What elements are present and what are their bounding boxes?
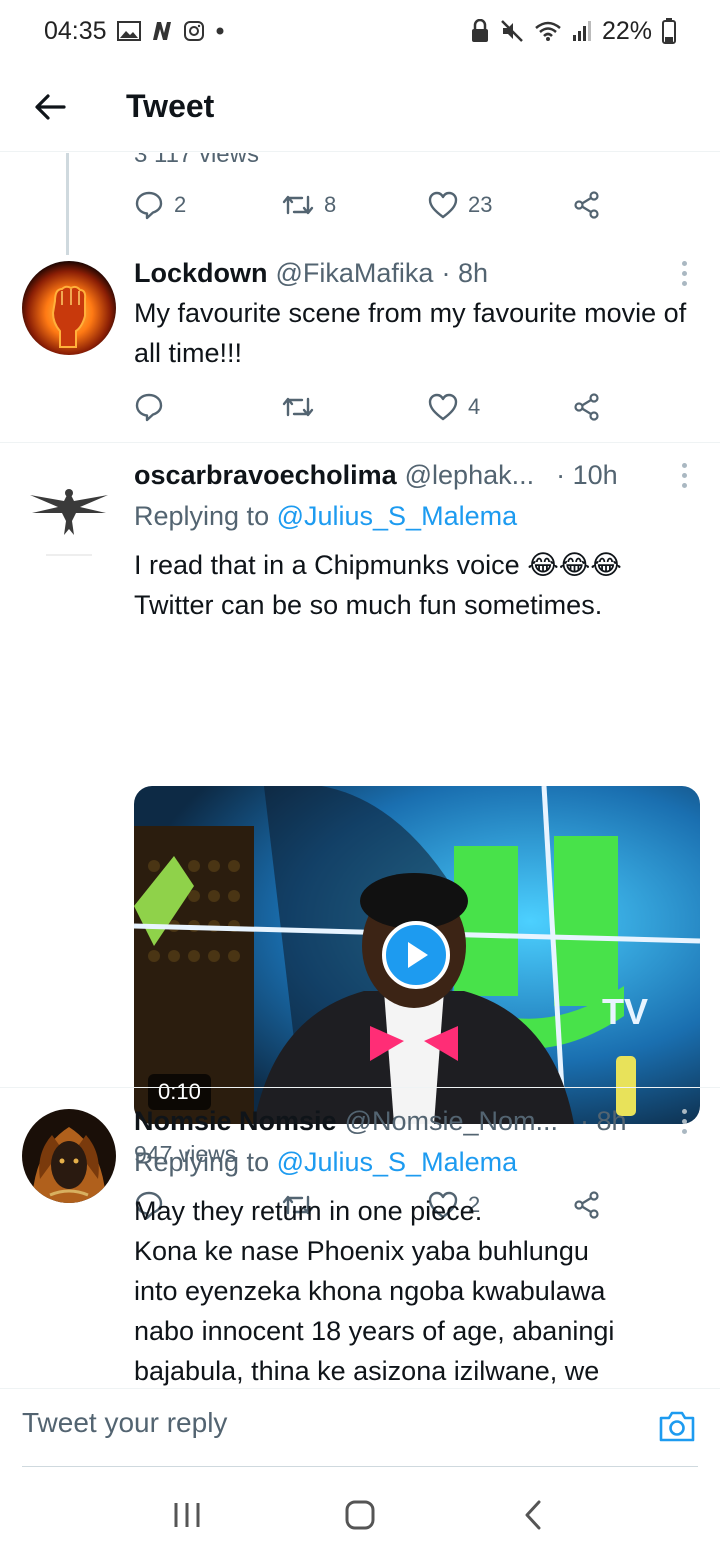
replying-to: Replying to @Julius_S_Malema	[134, 501, 517, 532]
signal-icon	[572, 20, 592, 42]
tweet-header: Nomsie Nomsie @Nomsie_Nom... · 8h	[134, 1101, 668, 1141]
tweet-time: · 10h	[556, 459, 618, 490]
views-count-partial: 3 117 views	[134, 153, 259, 168]
gallery-icon	[116, 21, 141, 41]
user-handle[interactable]: @Nomsie_Nom...	[345, 1106, 558, 1137]
replying-to-label: Replying to	[134, 1147, 277, 1177]
comment-icon	[135, 393, 163, 422]
more-options-button[interactable]	[672, 253, 696, 293]
heart-icon	[428, 191, 458, 219]
play-icon	[408, 942, 428, 968]
tweet-header: Lockdown @FikaMafika · 8h	[134, 253, 668, 293]
status-bar: 04:35 22%	[0, 0, 720, 62]
display-name[interactable]: oscarbravoecholima	[134, 460, 397, 491]
arrow-left-icon	[35, 93, 66, 120]
like-button[interactable]: 23	[428, 191, 492, 219]
notification-dot-icon	[215, 26, 225, 36]
home-icon	[345, 1500, 375, 1530]
svg-text:TV: TV	[602, 991, 648, 1032]
chevron-left-icon	[525, 1500, 541, 1530]
reply-tweet[interactable]: Nomsie Nomsie @Nomsie_Nom... · 8h Replyi…	[0, 1101, 720, 1388]
comment-icon	[135, 191, 163, 220]
tweet-text-line: Kona ke nase Phoenix yaba buhlungu	[134, 1236, 589, 1266]
tweet-text-line: Twitter can be so much fun sometimes.	[134, 590, 603, 620]
status-time: 04:35	[44, 16, 107, 45]
reply-button[interactable]	[134, 392, 164, 422]
reply-button[interactable]: 2	[134, 190, 186, 220]
mute-icon	[500, 19, 524, 43]
divider	[22, 1466, 698, 1467]
top-app-bar: Tweet	[0, 62, 720, 152]
divider	[0, 442, 720, 443]
play-button[interactable]	[382, 921, 450, 989]
heart-icon	[428, 393, 458, 421]
like-count: 23	[468, 192, 493, 217]
retweet-icon	[282, 397, 314, 417]
more-options-button[interactable]	[672, 1101, 696, 1141]
tweet-text: May they return in one piece. Kona ke na…	[134, 1191, 696, 1388]
camera-icon	[659, 1411, 695, 1442]
tweet-text-line: I read that in a Chipmunks voice 😂😂😂	[134, 550, 622, 580]
display-name[interactable]: Nomsie Nomsie	[134, 1106, 337, 1137]
page-title: Tweet	[126, 88, 215, 124]
recent-apps-icon	[174, 1503, 200, 1527]
tweet-text-line: bajabula, thina ke asizona izilwane, we	[134, 1356, 600, 1386]
reply-to-mention[interactable]: @Julius_S_Malema	[277, 1147, 518, 1177]
retweet-button[interactable]: 8	[282, 192, 336, 218]
like-count: 4	[468, 394, 481, 419]
display-name[interactable]: Lockdown	[134, 258, 268, 289]
tweet-text: My favourite scene from my favourite mov…	[134, 298, 687, 368]
system-nav-bar	[0, 1470, 720, 1560]
reply-count: 2	[174, 192, 187, 217]
tweet-time: · 8h	[441, 257, 488, 288]
lock-icon	[470, 19, 490, 43]
retweet-count: 8	[324, 192, 337, 217]
reply-to-mention[interactable]: @Julius_S_Malema	[277, 501, 518, 531]
battery-icon	[662, 18, 676, 44]
tweet-time: · 8h	[580, 1105, 627, 1136]
back-button[interactable]	[0, 62, 100, 152]
recent-apps-button[interactable]	[157, 1485, 217, 1545]
retweet-button[interactable]	[282, 394, 314, 420]
user-handle[interactable]: @FikaMafika	[276, 258, 434, 289]
tweet-text-line: nabo innocent 18 years of age, abaningi	[134, 1316, 615, 1346]
avatar[interactable]	[22, 261, 116, 355]
camera-button[interactable]	[658, 1409, 696, 1448]
tweet-text-line: May they return in one piece.	[134, 1196, 483, 1226]
tweet-text-line: into eyenzeka khona ngoba kwabulawa	[134, 1276, 606, 1306]
tweet-text: I read that in a Chipmunks voice 😂😂😂 Twi…	[134, 545, 696, 625]
thread-line	[66, 153, 69, 255]
share-icon	[574, 393, 599, 421]
share-button[interactable]	[572, 392, 602, 422]
user-handle[interactable]: @lephak...	[405, 460, 534, 491]
more-options-button[interactable]	[672, 455, 696, 495]
replying-to-label: Replying to	[134, 501, 277, 531]
retweet-icon	[282, 195, 314, 215]
reply-input[interactable]	[22, 1407, 582, 1439]
avatar[interactable]	[22, 1109, 116, 1203]
divider	[0, 1087, 720, 1088]
reply-tweet[interactable]: Lockdown @FikaMafika · 8h My favourite s…	[0, 253, 720, 443]
replying-to: Replying to @Julius_S_Malema	[134, 1147, 517, 1178]
wifi-icon	[534, 20, 562, 42]
like-button[interactable]: 4	[428, 393, 480, 421]
video-player[interactable]: TV 0:10	[134, 786, 700, 1124]
tweet-actions: 2 8 23	[134, 185, 614, 225]
system-back-button[interactable]	[503, 1485, 563, 1545]
avatar[interactable]	[22, 463, 116, 557]
n-app-icon	[151, 21, 173, 41]
instagram-icon	[183, 20, 205, 42]
battery-percent: 22%	[601, 16, 652, 45]
share-button[interactable]	[572, 190, 602, 220]
reply-composer	[0, 1388, 720, 1468]
home-button[interactable]	[330, 1485, 390, 1545]
share-icon	[574, 191, 599, 219]
tweet-header: oscarbravoecholima @lephak... · 10h	[134, 455, 668, 495]
reply-feed[interactable]: 3 117 views 2 8 23 Lockdown @FikaMafika …	[0, 153, 720, 1388]
tweet-actions: 4	[134, 387, 614, 427]
reply-tweet[interactable]: oscarbravoecholima @lephak... · 10h Repl…	[0, 455, 720, 1220]
